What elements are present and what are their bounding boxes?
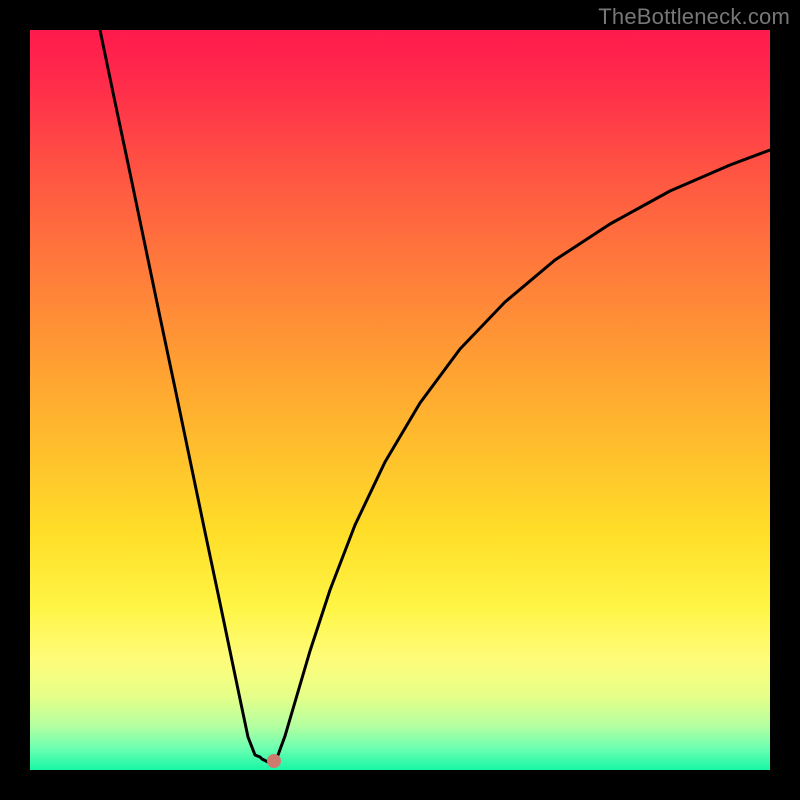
curve-minimum-marker: [267, 754, 281, 768]
chart-frame: TheBottleneck.com: [0, 0, 800, 800]
bottleneck-curve: [30, 30, 770, 770]
watermark-text: TheBottleneck.com: [598, 4, 790, 30]
plot-area: [30, 30, 770, 770]
